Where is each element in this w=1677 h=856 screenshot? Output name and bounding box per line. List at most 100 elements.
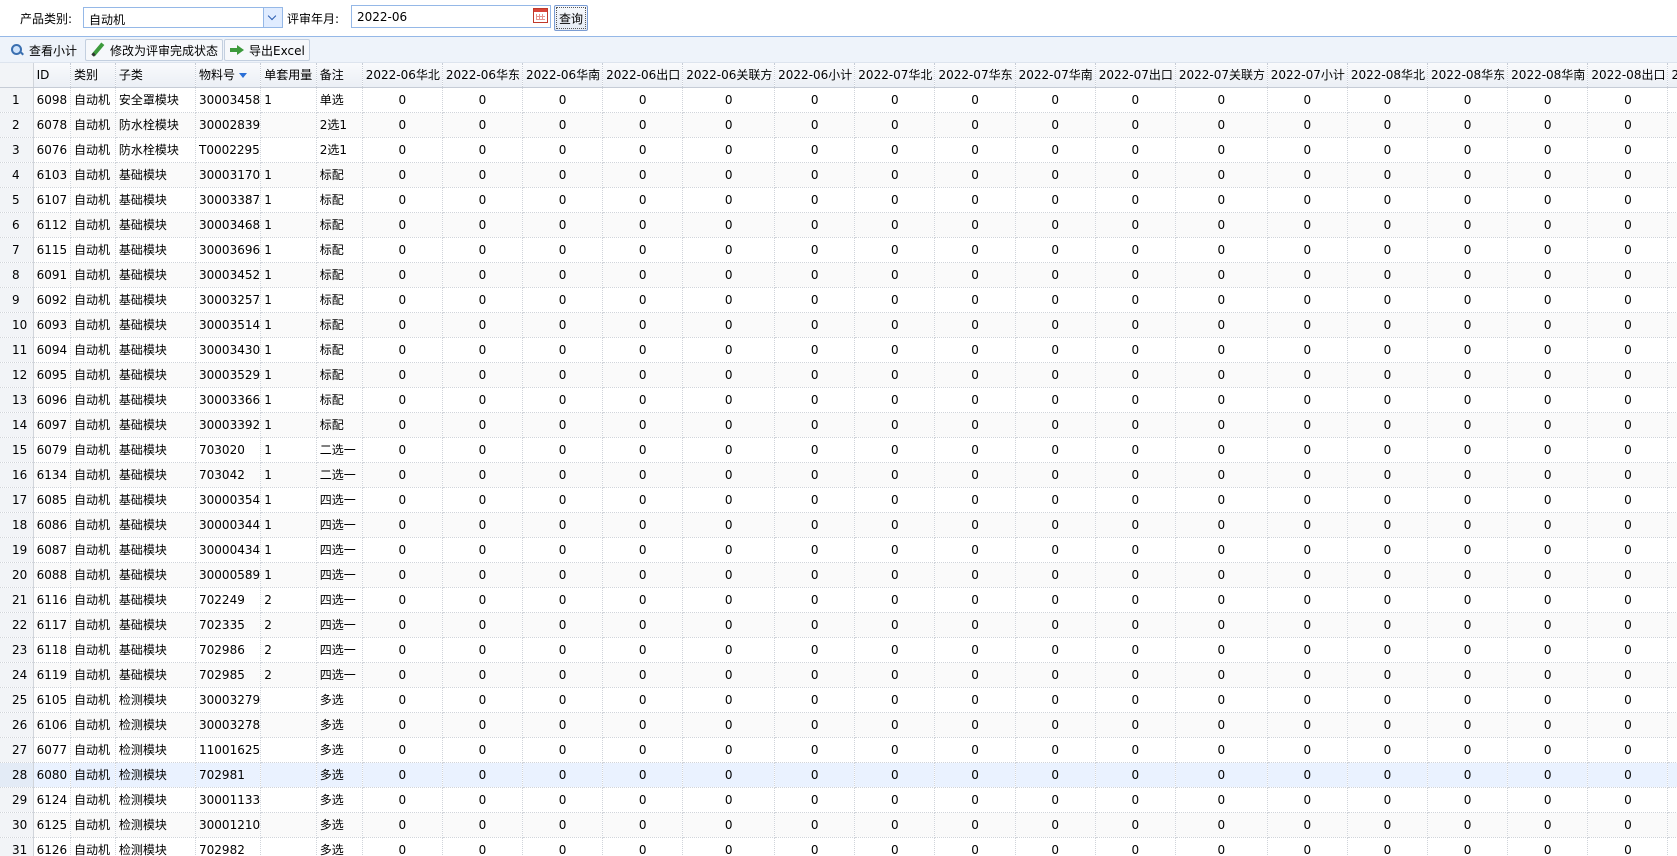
row-number: 21 [0,587,34,613]
column-header[interactable]: 2022-08华东 [1427,63,1509,88]
table-row[interactable]: 28 6080 自动机 检测模块 702981 多选 0 0 0 0 0 0 0 0 0 0 0 0 0 0 0 0 [0,762,1677,788]
quantity-cell: 0 [442,537,523,563]
table-row[interactable]: 24 6119 自动机 基础模块 702985 2 四选一 0 0 0 0 0 0 0 0 0 0 0 0 0 0 0 0 [0,662,1677,688]
column-header[interactable]: 2022-06小计 [774,63,856,88]
table-row[interactable]: 8 6091 自动机 基础模块 30003452 1 标配 0 0 0 0 0 0 0 0 0 0 0 0 0 0 0 0 [0,262,1677,288]
column-header[interactable]: 2 [1667,63,1677,88]
table-row[interactable]: 6 6112 自动机 基础模块 30003468 1 标配 0 0 0 0 0 0 0 0 0 0 0 0 0 0 0 0 [0,212,1677,238]
quantity-cell: 0 [442,162,523,188]
column-header[interactable]: 2022-08华北 [1347,63,1429,88]
cell: 基础模块 [115,237,197,263]
quantity-cell: 0 [1175,487,1268,513]
quantity-cell: 0 [1507,112,1589,138]
column-header[interactable]: 2022-07华东 [934,63,1016,88]
quantity-cell: 0 [1015,362,1096,388]
quantity-cell: 0 [442,362,523,388]
table-row[interactable]: 27 6077 自动机 检测模块 11001625 多选 0 0 0 0 0 0 0 0 0 0 0 0 0 0 0 0 [0,737,1677,763]
quantity-cell: 0 [774,362,856,388]
column-header[interactable]: ID [33,63,72,88]
row-number: 23 [0,637,34,663]
quantity-cell: 0 [682,562,776,588]
column-header[interactable]: 类别 [70,63,116,88]
quantity-cell: 0 [1347,237,1429,263]
column-header[interactable]: 2022-06华北 [362,63,443,88]
quantity-cell: 0 [362,187,443,213]
table-row[interactable]: 17 6085 自动机 基础模块 30000354 1 四选一 0 0 0 0 0 0 0 0 0 0 0 0 0 0 0… [0,487,1677,513]
month-datebox[interactable]: 2022-06 [351,5,551,28]
category-combobox[interactable]: 自动机 [83,7,283,28]
column-header[interactable]: 2022-08出口 [1587,63,1669,88]
cell: 702985 [195,662,262,688]
mark-done-button[interactable]: 修改为评审完成状态 [85,39,224,61]
query-button[interactable]: 查询 [554,5,588,31]
column-header[interactable]: 2022-06华东 [442,63,523,88]
table-row[interactable]: 2 6078 自动机 防水栓模块 30002839 2选1 0 0 0 0 0 0 0 0 0 0 0 0 0 0 0 0 [0,112,1677,138]
column-header[interactable]: 备注 [316,63,363,88]
table-row[interactable]: 3 6076 自动机 防水栓模块 T0002295 2选1 0 0 0 0 0 0 0 0 0 0 0 0 0 0 0 0 [0,137,1677,163]
cell: 基础模块 [115,212,197,238]
table-row[interactable]: 7 6115 自动机 基础模块 30003696 1 标配 0 0 0 0 0 0 0 0 0 0 0 0 0 0 0 0 [0,237,1677,263]
quantity-cell: 0 [1427,187,1509,213]
table-row[interactable]: 10 6093 自动机 基础模块 30003514 1 标配 0 0 0 0 0 0 0 0 0 0 0 0 0 0 0 0 [0,312,1677,338]
column-header[interactable]: 2022-06关联方 [682,63,776,88]
month-label: 评审年月: [287,12,340,26]
column-header[interactable]: 2022-07小计 [1267,63,1348,88]
table-row[interactable]: 30 6125 自动机 检测模块 30001210 多选 0 0 0 0 0 0 0 0 0 0 0 0 0 0 0 0 [0,812,1677,838]
table-row[interactable]: 1 6098 自动机 安全罩模块 30003458 1 单选 0 0 0 0 0 0 0 0 0 0 0 0 0 0 0 0 [0,87,1677,113]
table-row[interactable]: 21 6116 自动机 基础模块 702249 2 四选一 0 0 0 0 0 0 0 0 0 0 0 0 0 0 0 0 [0,587,1677,613]
quantity-cell: 0 [522,637,604,663]
column-header[interactable]: 2022-08华南 [1507,63,1589,88]
quantity-cell: 0 [1427,162,1509,188]
cell: 多选 [316,837,363,856]
table-row[interactable]: 12 6095 自动机 基础模块 30003529 1 标配 0 0 0 0 0 0 0 0 0 0 0 0 0 0 0 0 [0,362,1677,388]
column-header[interactable]: 单套用量 [260,63,317,88]
table-row[interactable]: 11 6094 自动机 基础模块 30003430 1 标配 0 0 0 0 0 0 0 0 0 0 0 0 0 0 0 0 [0,337,1677,363]
column-header[interactable]: 2022-07华南 [1015,63,1096,88]
table-row[interactable]: 14 6097 自动机 基础模块 30003392 1 标配 0 0 0 0 0 0 0 0 0 0 0 0 0 0 0 0 [0,412,1677,438]
table-row[interactable]: 4 6103 自动机 基础模块 30003170 1 标配 0 0 0 0 0 0 0 0 0 0 0 0 0 0 0 0 [0,162,1677,188]
column-header[interactable]: 2022-06华南 [522,63,604,88]
quantity-cell [1667,287,1677,313]
export-excel-button[interactable]: 导出Excel [224,39,310,61]
table-row[interactable]: 26 6106 自动机 检测模块 30003278 多选 0 0 0 0 0 0 0 0 0 0 0 0 0 0 0 0 [0,712,1677,738]
chevron-down-icon[interactable] [263,8,282,27]
table-row[interactable]: 13 6096 自动机 基础模块 30003366 1 标配 0 0 0 0 0 0 0 0 0 0 0 0 0 0 0 0 [0,387,1677,413]
table-row[interactable]: 20 6088 自动机 基础模块 30000589 1 四选一 0 0 0 0 0 0 0 0 0 0 0 0 0 0 0… [0,562,1677,588]
table-row[interactable]: 19 6087 自动机 基础模块 30000434 1 四选一 0 0 0 0 0 0 0 0 0 0 0 0 0 0 0… [0,537,1677,563]
quantity-cell: 0 [1267,312,1348,338]
calendar-icon[interactable] [533,8,548,23]
quantity-cell [1667,762,1677,788]
quantity-cell: 0 [682,87,776,113]
quantity-cell [1667,637,1677,663]
column-header[interactable]: 2022-06出口 [602,63,684,88]
quantity-cell: 0 [854,137,936,163]
table-row[interactable]: 18 6086 自动机 基础模块 30000344 1 四选一 0 0 0 0 0 0 0 0 0 0 0 0 0 0 0… [0,512,1677,538]
quantity-cell: 0 [1015,262,1096,288]
column-header[interactable]: 2022-07出口 [1095,63,1176,88]
column-header[interactable]: 子类 [115,63,197,88]
quantity-cell: 0 [1095,637,1176,663]
table-row[interactable]: 29 6124 自动机 检测模块 30001133 多选 0 0 0 0 0 0 0 0 0 0 0 0 0 0 0 0 [0,787,1677,813]
quantity-cell: 0 [854,812,936,838]
quantity-cell: 0 [362,312,443,338]
table-row[interactable]: 16 6134 自动机 基础模块 703042 1 二选一 0 0 0 0 0 0 0 0 0 0 0 0 0 0 0 0 [0,462,1677,488]
table-row[interactable]: 23 6118 自动机 基础模块 702986 2 四选一 0 0 0 0 0 0 0 0 0 0 0 0 0 0 0 0 [0,637,1677,663]
table-row[interactable]: 15 6079 自动机 基础模块 703020 1 二选一 0 0 0 0 0 0 0 0 0 0 0 0 0 0 0 0 [0,437,1677,463]
table-row[interactable]: 9 6092 自动机 基础模块 30003257 1 标配 0 0 0 0 0 0 0 0 0 0 0 0 0 0 0 0 [0,287,1677,313]
quantity-cell: 0 [854,337,936,363]
data-grid[interactable]: ID 类别 子类 物料号 单套用量 备注 2022-06华北 2022-06华东 2022-06… [0,63,1677,856]
column-header[interactable]: 2022-07关联方 [1175,63,1268,88]
table-row[interactable]: 22 6117 自动机 基础模块 702335 2 四选一 0 0 0 0 0 0 0 0 0 0 0 0 0 0 0 0 [0,612,1677,638]
table-row[interactable]: 25 6105 自动机 检测模块 30003279 多选 0 0 0 0 0 0 0 0 0 0 0 0 0 0 0 0 [0,687,1677,713]
quantity-cell: 0 [1015,812,1096,838]
table-row[interactable]: 5 6107 自动机 基础模块 30003387 1 标配 0 0 0 0 0 0 0 0 0 0 0 0 0 0 0 0 [0,187,1677,213]
quantity-cell: 0 [774,437,856,463]
column-header[interactable]: 物料号 [195,63,262,88]
quantity-cell: 0 [362,562,443,588]
table-row[interactable]: 31 6126 自动机 检测模块 702982 多选 0 0 0 0 0 0 0 0 0 0 0 0 0 0 0 0 [0,837,1677,856]
column-header-label: 2022-07出口 [1098,68,1173,83]
column-header[interactable]: 2022-07华北 [854,63,936,88]
cell: T0002295 [195,137,262,163]
quantity-cell: 0 [1175,737,1268,763]
view-subtotal-button[interactable]: 查看小计 [4,39,82,61]
